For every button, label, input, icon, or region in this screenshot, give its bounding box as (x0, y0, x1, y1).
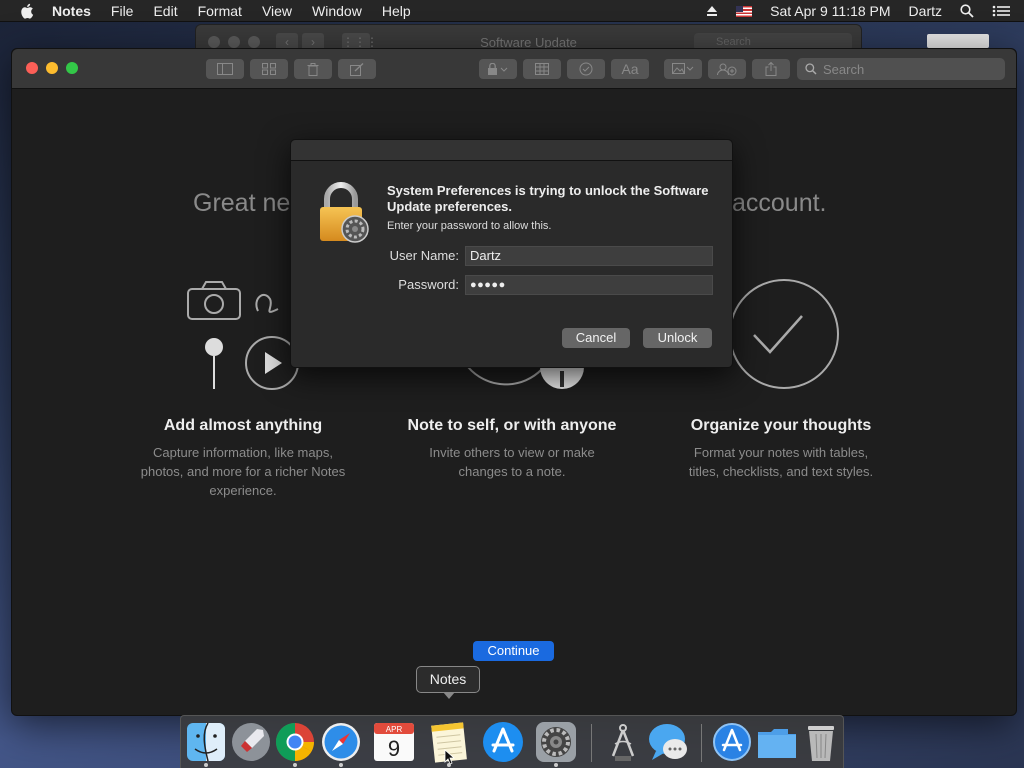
sketch-squiggle-icon (255, 293, 279, 313)
map-pin-icon (205, 338, 223, 389)
checklist-button[interactable] (567, 59, 605, 79)
notification-center-icon[interactable] (992, 5, 1010, 17)
menu-user[interactable]: Dartz (909, 3, 942, 19)
notes-app-icon[interactable] (427, 720, 471, 764)
share-icon (765, 62, 777, 76)
system-preferences-running-indicator (554, 763, 558, 767)
menu-clock[interactable]: Sat Apr 9 11:18 PM (770, 3, 890, 19)
lock-menu-icon (488, 63, 508, 75)
lock-note-button[interactable] (479, 59, 517, 79)
feature-description: Capture information, like maps, photos, … (140, 445, 346, 498)
menu-app-name[interactable]: Notes (52, 3, 91, 19)
new-note-button[interactable] (338, 59, 376, 79)
add-people-icon (717, 63, 737, 76)
feature-description: Format your notes with tables, titles, c… (688, 445, 874, 479)
close-button[interactable] (26, 62, 38, 74)
notes-running-indicator (447, 763, 451, 767)
menu-view[interactable]: View (262, 3, 292, 19)
password-field[interactable]: ●●●●● (465, 275, 713, 295)
add-people-button[interactable] (708, 59, 746, 79)
spotlight-search-icon[interactable] (960, 4, 974, 18)
dock-separator (591, 724, 592, 762)
dialog-submessage: Enter your password to allow this. (387, 220, 552, 232)
toggle-sidebar-button[interactable] (206, 59, 244, 79)
username-label: User Name: (389, 248, 459, 263)
authentication-dialog: System Preferences is trying to unlock t… (290, 139, 733, 368)
calendar-month: APR (386, 725, 403, 734)
dock-separator (701, 724, 702, 762)
documents-folder-icon[interactable] (755, 720, 799, 764)
applications-folder-icon[interactable] (710, 720, 754, 764)
trash-icon (307, 62, 319, 76)
menu-window[interactable]: Window (312, 3, 362, 19)
calendar-day: 9 (388, 736, 400, 761)
calendar-icon[interactable]: APR 9 (372, 720, 416, 764)
notes-search-input[interactable]: Search (797, 58, 1005, 80)
app-store-icon[interactable] (481, 720, 525, 764)
compose-icon (350, 62, 364, 76)
menu-bar: Notes File Edit Format View Window Help … (0, 0, 1024, 22)
media-button[interactable] (664, 59, 702, 79)
delete-note-button[interactable] (294, 59, 332, 79)
menu-help[interactable]: Help (382, 3, 411, 19)
password-label: Password: (398, 277, 459, 292)
checklist-icon (579, 62, 593, 76)
zoom-button[interactable] (66, 62, 78, 74)
finder-icon[interactable] (184, 720, 228, 764)
eject-icon[interactable] (706, 5, 718, 17)
menu-file[interactable]: File (111, 3, 134, 19)
table-button[interactable] (523, 59, 561, 79)
feature-add-anything: Add almost anything Capture information,… (113, 417, 373, 500)
table-icon (535, 63, 549, 75)
gallery-view-button[interactable] (250, 59, 288, 79)
window-controls (26, 62, 78, 74)
safari-running-indicator (339, 763, 343, 767)
chrome-running-indicator (293, 763, 297, 767)
apple-menu-icon[interactable] (20, 3, 34, 19)
lock-gear-icon (320, 182, 369, 243)
feature-organize: Organize your thoughts Format your notes… (651, 417, 911, 481)
trash-can-icon[interactable] (799, 720, 843, 764)
dock-tooltip: Notes (416, 666, 480, 699)
grid-icon (262, 63, 276, 75)
photo-menu-icon (672, 63, 694, 74)
checkmark-circle-icon (729, 279, 839, 389)
welcome-headline-right: account. (732, 189, 827, 217)
desktop-file-icon[interactable] (927, 34, 989, 48)
text-format-icon: Aa (621, 61, 639, 77)
launchpad-icon[interactable] (229, 720, 273, 764)
unlock-button[interactable]: Unlock (643, 328, 712, 348)
search-icon (805, 63, 817, 75)
cancel-button[interactable]: Cancel (562, 328, 630, 348)
minimize-button[interactable] (46, 62, 58, 74)
feature-share: Note to self, or with anyone Invite othe… (382, 417, 642, 481)
notes-toolbar: Aa Search (12, 49, 1016, 89)
feature-description: Invite others to view or make changes to… (429, 445, 595, 479)
feature-title: Add almost anything (163, 417, 323, 434)
messages-icon[interactable] (646, 720, 690, 764)
add-anything-illustration (187, 281, 299, 390)
input-source-flag-icon[interactable] (736, 5, 753, 17)
search-placeholder: Search (823, 61, 865, 77)
system-preferences-icon[interactable] (534, 720, 578, 764)
format-button[interactable]: Aa (611, 59, 649, 79)
dock: APR 9 (180, 715, 844, 768)
chrome-icon[interactable] (273, 720, 317, 764)
camera-icon (187, 281, 241, 320)
share-button[interactable] (752, 59, 790, 79)
username-field[interactable]: Dartz (465, 246, 713, 266)
dialog-message: System Preferences is trying to unlock t… (387, 183, 709, 214)
welcome-headline-left: Great ne (193, 189, 291, 217)
menu-format[interactable]: Format (198, 3, 242, 19)
feature-title: Note to self, or with anyone (407, 417, 617, 434)
menu-edit[interactable]: Edit (153, 3, 177, 19)
feature-title: Organize your thoughts (690, 417, 872, 434)
safari-icon[interactable] (319, 720, 363, 764)
sidebar-icon (217, 63, 233, 75)
share-illustration (467, 367, 584, 389)
utility-calipers-icon[interactable] (601, 720, 645, 764)
continue-button[interactable]: Continue (473, 641, 554, 661)
dialog-titlebar (291, 140, 732, 161)
finder-running-indicator (204, 763, 208, 767)
